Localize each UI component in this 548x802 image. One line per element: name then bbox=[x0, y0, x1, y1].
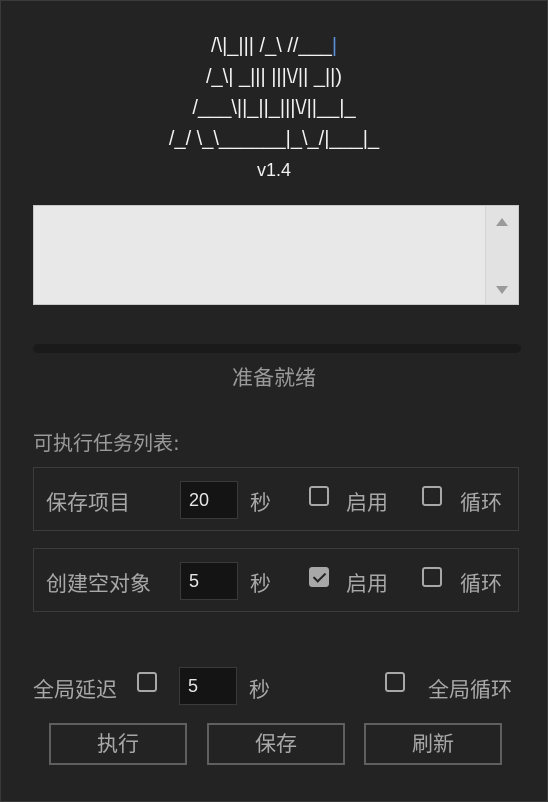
scroll-up-icon[interactable] bbox=[496, 218, 508, 226]
ascii-banner-line-1: /\|_||| /_\ //___| bbox=[210, 35, 338, 57]
task-interval-input[interactable]: 20 bbox=[180, 481, 238, 519]
task-enable-checkbox[interactable] bbox=[309, 567, 329, 587]
task-enable-label: 启用 bbox=[346, 491, 388, 515]
task-name: 创建空对象 bbox=[46, 572, 151, 596]
task-row-save-project: 保存项目 20 秒 启用 循环 bbox=[33, 467, 519, 531]
version-label: v1.4 bbox=[256, 160, 292, 180]
ascii-banner-line-2: /_\| _||| |||\/|| _||) bbox=[205, 66, 343, 88]
task-loop-label: 循环 bbox=[460, 491, 502, 515]
global-delay-unit: 秒 bbox=[249, 678, 270, 702]
task-row-create-null: 创建空对象 5 秒 启用 循环 bbox=[33, 548, 519, 612]
task-list-label: 可执行任务列表: bbox=[33, 431, 180, 455]
log-scrollbar[interactable] bbox=[485, 206, 518, 304]
global-loop-checkbox[interactable] bbox=[385, 672, 405, 692]
global-delay-checkbox[interactable] bbox=[137, 672, 157, 692]
task-enable-checkbox[interactable] bbox=[309, 486, 329, 506]
task-unit-label: 秒 bbox=[250, 572, 271, 596]
global-delay-input[interactable]: 5 bbox=[179, 667, 237, 705]
task-loop-label: 循环 bbox=[460, 572, 502, 596]
task-interval-input[interactable]: 5 bbox=[180, 562, 238, 600]
scroll-down-icon[interactable] bbox=[496, 286, 508, 294]
log-textarea[interactable] bbox=[33, 205, 519, 305]
ascii-banner-line-4: /_/ \_\______|_\_/|___|_ bbox=[168, 128, 380, 150]
task-unit-label: 秒 bbox=[250, 491, 271, 515]
task-name: 保存项目 bbox=[46, 491, 130, 515]
refresh-button[interactable]: 刷新 bbox=[364, 723, 502, 765]
task-loop-checkbox[interactable] bbox=[422, 486, 442, 506]
global-loop-label: 全局循环 bbox=[428, 678, 512, 702]
task-loop-checkbox[interactable] bbox=[422, 567, 442, 587]
global-delay-label: 全局延迟 bbox=[33, 678, 117, 702]
run-button[interactable]: 执行 bbox=[49, 723, 187, 765]
task-enable-label: 启用 bbox=[346, 572, 388, 596]
save-button[interactable]: 保存 bbox=[207, 723, 345, 765]
ascii-banner-line-3: /___\||_||_|||\/||__|_ bbox=[192, 97, 356, 119]
progress-bar bbox=[33, 344, 521, 353]
status-text: 准备就绪 bbox=[232, 366, 316, 390]
